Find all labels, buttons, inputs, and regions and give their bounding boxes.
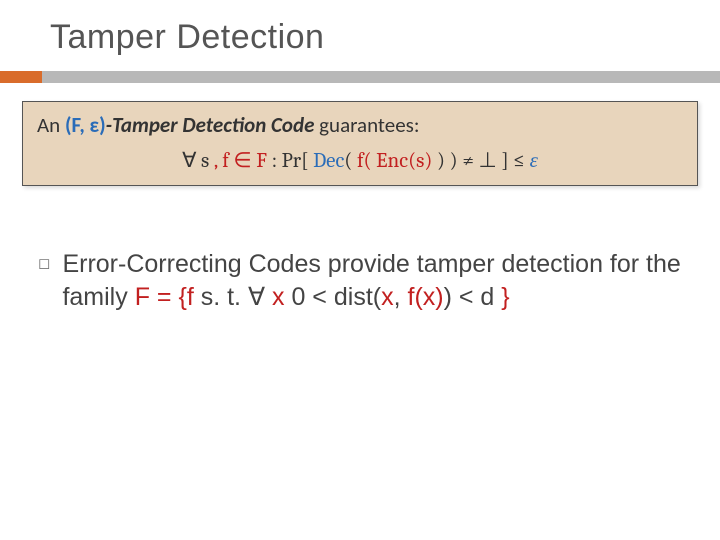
bullet-comma: , <box>394 283 408 311</box>
bullet-forall: ∀ <box>248 284 265 311</box>
bullet-text: Error-Correcting Codes provide tamper de… <box>62 248 686 314</box>
bullet-cond-open: 0 < dist( <box>285 283 382 311</box>
bullet-item: ◻ Error-Correcting Codes provide tamper … <box>0 248 720 314</box>
formula-forall-s: ∀ s <box>182 149 214 173</box>
accent-gray <box>42 71 720 83</box>
definition-heading: An (F, ε)-Tamper Detection Code guarante… <box>37 112 683 138</box>
bullet-f: f <box>187 283 194 311</box>
def-f-eps: (F, ε) <box>65 112 106 138</box>
bullet-x2: x <box>381 283 394 311</box>
bullet-cond-close: ) < d <box>444 283 502 311</box>
bullet-x: x <box>272 283 285 311</box>
bullet-brace-close: } <box>501 283 509 311</box>
bullet-square-icon: ◻ <box>38 254 50 272</box>
bullet-F-equals: F = <box>135 283 179 311</box>
formula-close2: ) ) ≠ ⊥ ] ≤ <box>432 149 529 173</box>
def-an: An <box>37 112 65 138</box>
bullet-brace-open: { <box>178 283 186 311</box>
formula-eps: ε <box>530 149 538 173</box>
def-tdc: -Tamper Detection Code <box>106 112 320 138</box>
bullet-space <box>265 283 272 311</box>
bullet-st: s. t. <box>194 283 248 311</box>
title-accent-bar <box>0 71 720 83</box>
page-title: Tamper Detection <box>50 18 720 57</box>
formula-f-enc: f( Enc(s) <box>357 149 432 173</box>
bullet-fx: f(x) <box>408 283 444 311</box>
formula-pr-open: : Pr[ <box>267 149 313 173</box>
formula-f-in-F: , f ∈ F <box>214 149 267 173</box>
definition-formula: ∀ s , f ∈ F : Pr[ Dec( f( Enc(s) ) ) ≠ ⊥… <box>37 148 683 173</box>
accent-orange <box>0 71 42 83</box>
definition-box: An (F, ε)-Tamper Detection Code guarante… <box>22 101 698 186</box>
formula-open2: ( <box>344 149 357 173</box>
formula-dec: Dec <box>313 149 344 173</box>
def-guarantees: guarantees: <box>319 112 419 138</box>
